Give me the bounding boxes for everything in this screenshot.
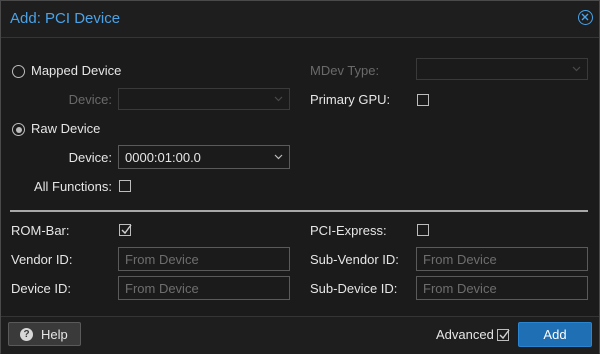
mapped-device-select bbox=[118, 88, 290, 110]
help-button-label: Help bbox=[41, 327, 68, 342]
add-pci-device-dialog: Add: PCI Device Mapped Device Device: Ra… bbox=[0, 0, 600, 354]
mapped-device-radio[interactable] bbox=[12, 65, 25, 78]
dialog-footer: ? Help Advanced Add bbox=[1, 316, 599, 354]
primary-gpu-checkbox[interactable] bbox=[417, 94, 429, 106]
pci-express-label: PCI-Express: bbox=[310, 223, 387, 238]
question-circle-icon: ? bbox=[20, 328, 33, 341]
raw-device-select[interactable]: 0000:01:00.0 bbox=[118, 145, 290, 169]
chevron-down-icon bbox=[572, 66, 581, 72]
add-button[interactable]: Add bbox=[518, 322, 592, 347]
device-id-label: Device ID: bbox=[11, 281, 71, 296]
sub-vendor-id-label: Sub-Vendor ID: bbox=[310, 252, 399, 267]
sub-vendor-id-input[interactable] bbox=[416, 247, 588, 271]
raw-device-radio[interactable] bbox=[12, 123, 25, 136]
rom-bar-checkbox[interactable] bbox=[119, 224, 132, 236]
pci-express-checkbox[interactable] bbox=[417, 224, 429, 236]
help-button[interactable]: ? Help bbox=[8, 322, 81, 346]
advanced-checkbox[interactable] bbox=[497, 329, 510, 341]
close-icon[interactable] bbox=[578, 10, 593, 25]
vendor-id-input[interactable] bbox=[118, 247, 290, 271]
dialog-body: Mapped Device Device: Raw Device Device:… bbox=[2, 38, 598, 315]
mapped-device-label: Mapped Device bbox=[31, 63, 122, 78]
chevron-down-icon bbox=[274, 96, 283, 102]
all-functions-checkbox[interactable] bbox=[119, 180, 131, 192]
mdev-type-select bbox=[416, 58, 588, 80]
primary-gpu-label: Primary GPU: bbox=[310, 92, 391, 107]
mdev-type-label: MDev Type: bbox=[310, 63, 380, 78]
rom-bar-label: ROM-Bar: bbox=[11, 223, 70, 238]
vendor-id-label: Vendor ID: bbox=[11, 252, 73, 267]
chevron-down-icon bbox=[274, 154, 283, 160]
all-functions-label: All Functions: bbox=[33, 179, 112, 194]
sub-device-id-input[interactable] bbox=[416, 276, 588, 300]
advanced-label: Advanced bbox=[436, 327, 494, 342]
section-divider bbox=[10, 210, 588, 212]
mapped-device-field-label: Device: bbox=[68, 92, 112, 107]
checkmark-icon bbox=[499, 329, 510, 340]
raw-device-label: Raw Device bbox=[31, 121, 101, 136]
checkmark-icon bbox=[121, 224, 132, 235]
dialog-title: Add: PCI Device bbox=[10, 10, 121, 27]
device-id-input[interactable] bbox=[118, 276, 290, 300]
sub-device-id-label: Sub-Device ID: bbox=[310, 281, 398, 296]
raw-device-field-label: Device: bbox=[68, 150, 112, 165]
dialog-titlebar: Add: PCI Device bbox=[1, 1, 599, 38]
